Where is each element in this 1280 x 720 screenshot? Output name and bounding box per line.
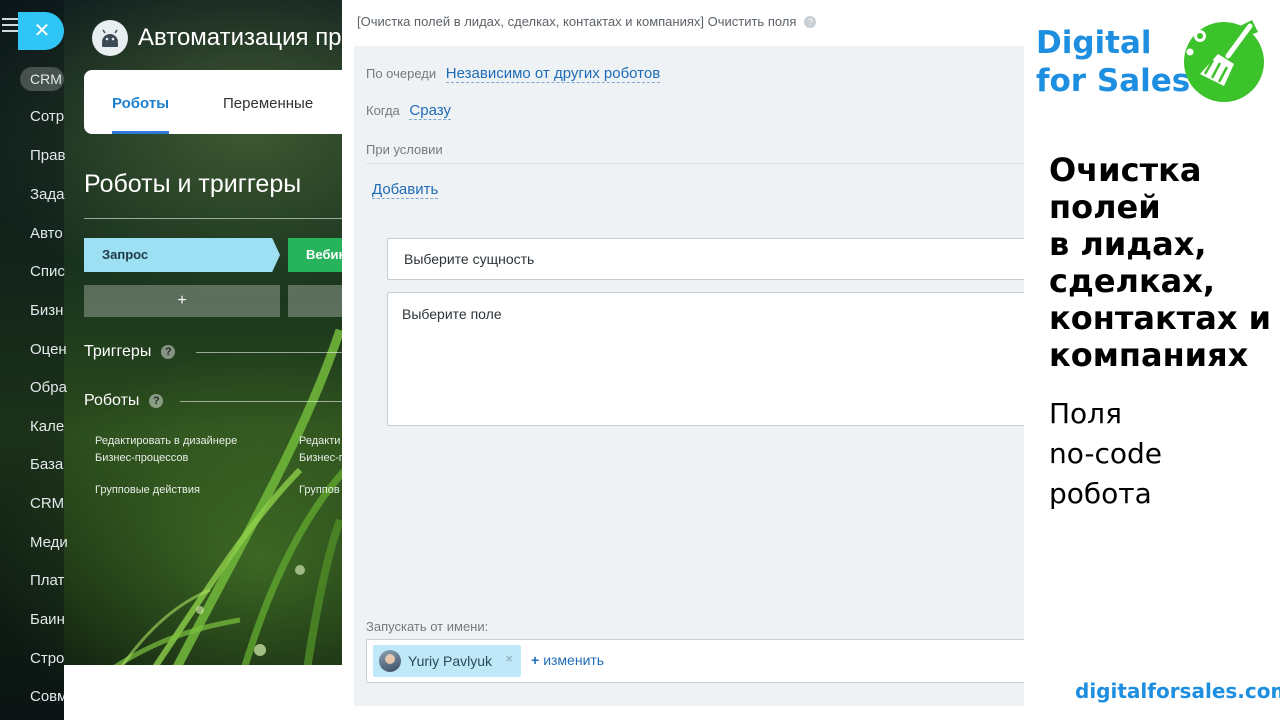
robots-text: Роботы bbox=[84, 392, 140, 409]
close-button[interactable]: ✕ bbox=[18, 12, 64, 50]
headline-line: в лидах, bbox=[1049, 225, 1207, 263]
triggers-label: Триггеры ? bbox=[84, 343, 176, 361]
group-actions-link-2[interactable]: Группов bbox=[299, 482, 344, 499]
edit-in-designer-link[interactable]: Редактировать в дизайнере Бизнес-процесс… bbox=[95, 433, 265, 467]
robots-label: Роботы ? bbox=[84, 392, 164, 410]
sidebar-item-crm-active[interactable]: CRM bbox=[20, 67, 64, 91]
run-as-label: Запускать от имени: bbox=[366, 619, 489, 634]
subheadline-line: Поля bbox=[1049, 397, 1122, 430]
add-robot-button[interactable]: + bbox=[84, 285, 280, 317]
tab-variables[interactable]: Переменные bbox=[223, 70, 313, 134]
queue-row: По очереди Независимо от других роботов bbox=[366, 65, 661, 83]
automation-panel: Автоматизация пр Роботы Переменные Робот… bbox=[64, 0, 344, 665]
divider bbox=[84, 218, 344, 219]
headline-line: полей bbox=[1049, 188, 1161, 226]
automation-title: Автоматизация пр bbox=[138, 24, 342, 51]
entity-select[interactable]: Выберите сущность bbox=[387, 238, 1024, 280]
headline-line: компаниях bbox=[1049, 336, 1249, 374]
remove-user-icon[interactable]: × bbox=[505, 651, 513, 666]
headline-line: контактах и bbox=[1049, 299, 1272, 337]
group-actions-link[interactable]: Групповые действия bbox=[95, 482, 265, 499]
headline-line: Очистка bbox=[1049, 151, 1202, 189]
subheadline-line: робота bbox=[1049, 477, 1152, 510]
user-name: Yuriy Pavlyuk bbox=[408, 653, 493, 669]
section-title: Роботы и триггеры bbox=[84, 170, 302, 198]
help-icon[interactable]: ? bbox=[161, 345, 176, 359]
close-icon: ✕ bbox=[33, 20, 51, 42]
edit-in-designer-link-2[interactable]: Редакти Бизнес-п bbox=[299, 433, 344, 467]
run-as-field[interactable]: Yuriy Pavlyuk × + изменить bbox=[366, 639, 1024, 683]
stage-webinar[interactable]: Вебин bbox=[288, 238, 344, 272]
headline: Очистка полей в лидах, сделках, контакта… bbox=[1049, 152, 1275, 374]
stage-request[interactable]: Запрос bbox=[84, 238, 280, 272]
left-navigation: ✕ CRM Сотр Прав Зада Авто Спис Бизн Оцен… bbox=[0, 0, 68, 720]
change-user-text: изменить bbox=[543, 652, 605, 668]
headline-line: сделках, bbox=[1049, 262, 1216, 300]
user-chip[interactable]: Yuriy Pavlyuk × bbox=[373, 645, 521, 677]
add-robot-button-2[interactable] bbox=[288, 285, 344, 317]
panel-footer bbox=[64, 665, 344, 720]
brand-line-2: for Sales bbox=[1036, 63, 1191, 99]
when-value-link[interactable]: Сразу bbox=[409, 102, 451, 120]
change-user-link[interactable]: + изменить bbox=[531, 652, 604, 668]
robot-settings-panel: [Очистка полей в лидах, сделках, контакт… bbox=[342, 0, 1024, 720]
robot-form: По очереди Независимо от других роботов … bbox=[354, 46, 1024, 706]
tab-robots[interactable]: Роботы bbox=[112, 70, 170, 134]
when-label: Когда bbox=[366, 103, 400, 118]
android-icon bbox=[92, 20, 128, 56]
divider bbox=[180, 401, 344, 402]
robot-title: [Очистка полей в лидах, сделках, контакт… bbox=[357, 14, 817, 29]
help-icon[interactable]: ? bbox=[804, 15, 817, 28]
automation-header: Автоматизация пр bbox=[92, 18, 342, 58]
divider bbox=[366, 163, 1024, 164]
condition-label: При условии bbox=[366, 142, 443, 157]
queue-value-link[interactable]: Независимо от других роботов bbox=[445, 65, 661, 83]
field-select[interactable]: Выберите поле bbox=[387, 292, 1024, 426]
subheadline-line: no-code bbox=[1049, 437, 1163, 470]
website-link[interactable]: digitalforsales.com bbox=[1075, 679, 1280, 703]
automation-tabs: Роботы Переменные bbox=[84, 70, 344, 134]
robot-title-text: [Очистка полей в лидах, сделках, контакт… bbox=[357, 14, 797, 29]
help-icon[interactable]: ? bbox=[149, 394, 164, 408]
brand-name: Digital for Sales bbox=[1036, 24, 1190, 100]
avatar bbox=[379, 650, 401, 672]
broom-logo-icon bbox=[1178, 12, 1270, 104]
plus-icon: + bbox=[531, 652, 540, 668]
queue-label: По очереди bbox=[366, 66, 437, 81]
subheadline: Поля no-code робота bbox=[1049, 394, 1275, 514]
when-row: Когда Сразу bbox=[366, 102, 451, 120]
divider bbox=[196, 352, 344, 353]
brand-line-1: Digital bbox=[1036, 25, 1152, 61]
add-condition-link[interactable]: Добавить bbox=[372, 181, 439, 199]
triggers-text: Триггеры bbox=[84, 343, 152, 360]
